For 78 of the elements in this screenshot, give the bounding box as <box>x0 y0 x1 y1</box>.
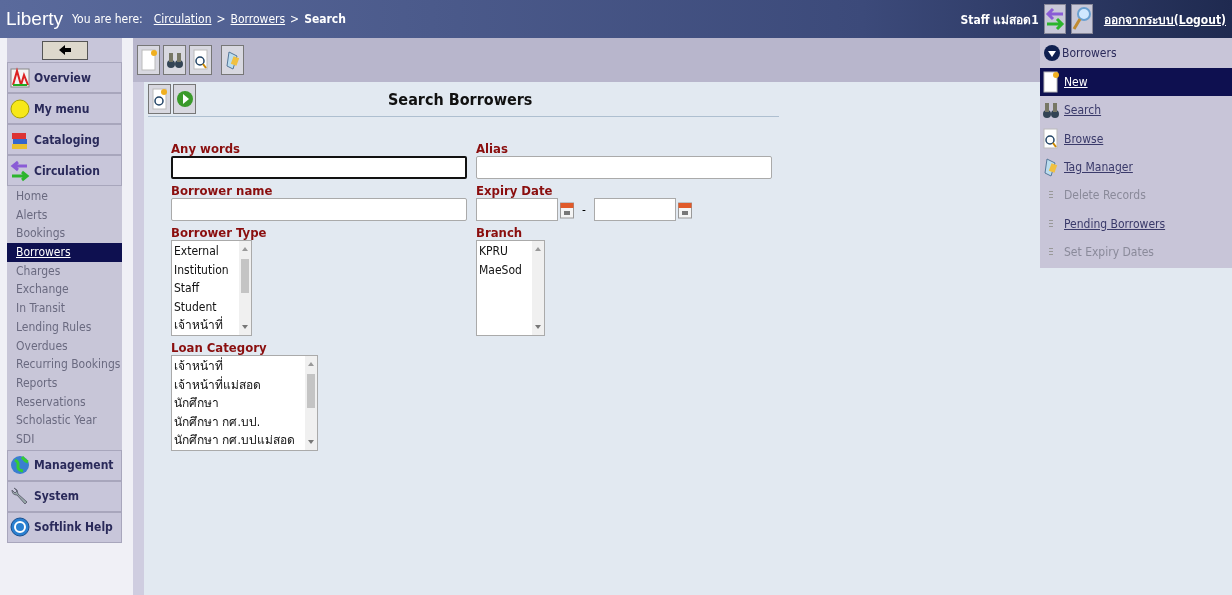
list-option[interactable]: เจ้าหน้าที่ <box>174 357 295 376</box>
list-option[interactable]: KPRU <box>479 242 522 261</box>
list-box[interactable]: เจ้าหน้าที่ เจ้าหน้าที่แม่สอด นักศึกษา นักศึกษา กศ.บป. นักศึกษา กศ.บปแม่สอด <box>171 355 318 451</box>
panel-title: Borrowers <box>1062 46 1117 60</box>
menu-item[interactable]: Browse <box>1040 124 1232 153</box>
field-label: Borrower name <box>171 183 273 198</box>
input-field[interactable] <box>171 156 467 179</box>
input-field[interactable] <box>476 156 772 179</box>
back-arrow-icon <box>58 45 71 55</box>
new-icon <box>1042 71 1060 94</box>
user-name: Staff แม่สอด1 <box>960 11 1039 29</box>
date-field[interactable] <box>593 198 676 221</box>
nav-section[interactable]: Softlink Help <box>7 511 122 543</box>
menu-item[interactable]: New <box>1040 68 1232 97</box>
date-field[interactable] <box>476 198 558 221</box>
field-label: Branch <box>476 225 523 240</box>
menu-item: Set Expiry Dates <box>1040 237 1232 267</box>
scrollbar[interactable] <box>238 241 251 335</box>
search-icon[interactable] <box>1070 4 1093 34</box>
date-separator: - <box>582 202 586 217</box>
list-option[interactable]: นักศึกษา กศ.บป. <box>174 412 295 432</box>
list-option[interactable]: Student <box>174 297 229 317</box>
arrows-icon <box>10 159 30 182</box>
field-label: Borrower Type <box>171 225 267 240</box>
list-box[interactable]: External Institution Staff Student เจ้าหน้าที่ <box>171 240 252 336</box>
nav-section[interactable]: Overview <box>7 62 122 93</box>
menu-item: Delete Records <box>1040 181 1232 210</box>
input-field[interactable] <box>171 198 467 221</box>
list-option[interactable]: MaeSod <box>479 260 522 280</box>
scrollbar[interactable] <box>531 241 544 335</box>
scrollbar[interactable] <box>304 356 317 450</box>
new-search-icon[interactable] <box>148 84 171 114</box>
collapse-icon[interactable] <box>1044 43 1060 63</box>
logout-link[interactable]: ออกจากระบบ(Logout) <box>1103 9 1226 29</box>
breadcrumb-separator: > <box>216 12 226 26</box>
back-button[interactable] <box>41 40 88 60</box>
globe-icon <box>10 454 30 477</box>
field-label: Expiry Date <box>476 183 553 198</box>
binoculars-icon[interactable] <box>163 45 186 75</box>
nav-section[interactable]: My menu <box>7 93 122 124</box>
breadcrumb-link[interactable]: Borrowers <box>230 12 286 26</box>
logo: Liberty <box>6 8 64 30</box>
calendar-icon[interactable] <box>677 200 692 219</box>
menu-item[interactable]: Search <box>1040 96 1232 125</box>
breadcrumb-separator: > <box>290 12 300 26</box>
field-label: Any words <box>171 141 241 156</box>
page-title: Search Borrowers <box>388 89 533 109</box>
nav-section[interactable]: Cataloging <box>7 124 122 155</box>
breadcrumb-link[interactable]: Circulation <box>153 12 212 26</box>
list-option[interactable]: External <box>174 242 229 261</box>
list-option[interactable]: เจ้าหน้าที่แม่สอด <box>174 375 295 395</box>
list-box[interactable]: KPRU MaeSod <box>476 240 545 336</box>
go-icon[interactable] <box>173 84 196 114</box>
bullet-icon <box>1048 191 1054 200</box>
field-label: Alias <box>476 141 508 156</box>
browse-icon[interactable] <box>189 45 212 75</box>
nav-section[interactable]: System <box>7 480 122 512</box>
breadcrumb-current: Search <box>304 12 346 26</box>
breadcrumb-label: You are here: <box>72 12 143 26</box>
field-label: Loan Category <box>171 340 267 355</box>
menu-item[interactable]: Tag Manager <box>1040 152 1232 182</box>
list-option[interactable]: Institution <box>174 260 229 280</box>
calendar-icon[interactable] <box>560 200 574 219</box>
menu-item[interactable]: Pending Borrowers <box>1040 209 1232 238</box>
bullet-icon <box>1048 219 1054 228</box>
tag-icon[interactable] <box>221 45 244 75</box>
new-icon[interactable] <box>137 45 160 75</box>
switch-icon[interactable] <box>1043 4 1066 34</box>
nav-item[interactable]: Borrowers <box>7 243 122 262</box>
nav-section[interactable]: Management <box>7 449 122 481</box>
list-option[interactable]: เจ้าหน้าที่ <box>174 316 229 335</box>
list-option[interactable]: นักศึกษา <box>174 394 295 413</box>
nav-section[interactable]: Circulation <box>7 155 122 186</box>
list-option[interactable]: Staff <box>174 279 229 298</box>
tag-icon <box>1042 156 1060 179</box>
list-option[interactable]: นักศึกษา กศ.บปแม่สอด <box>174 431 295 450</box>
browse-icon <box>1042 127 1060 150</box>
bullet-icon <box>1048 247 1054 256</box>
